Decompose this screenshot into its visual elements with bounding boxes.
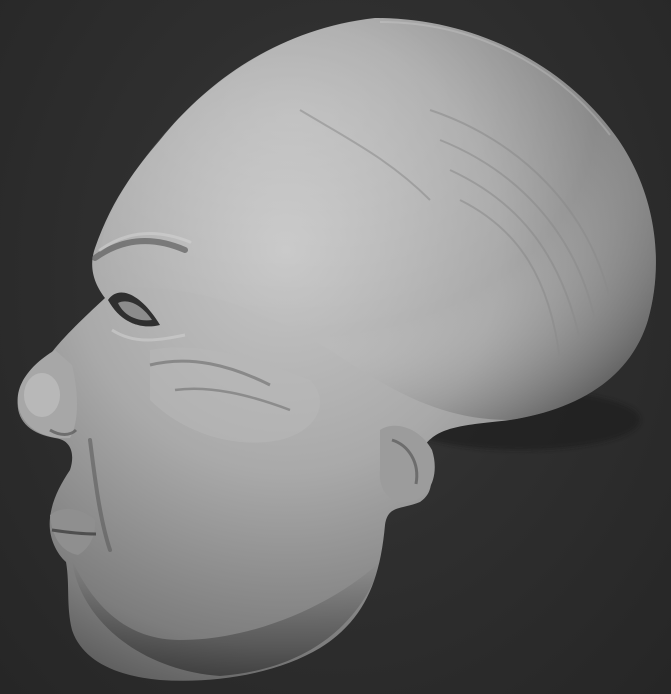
sculpt-viewport[interactable] — [0, 0, 671, 694]
sculpted-head-icon — [17, 18, 656, 681]
